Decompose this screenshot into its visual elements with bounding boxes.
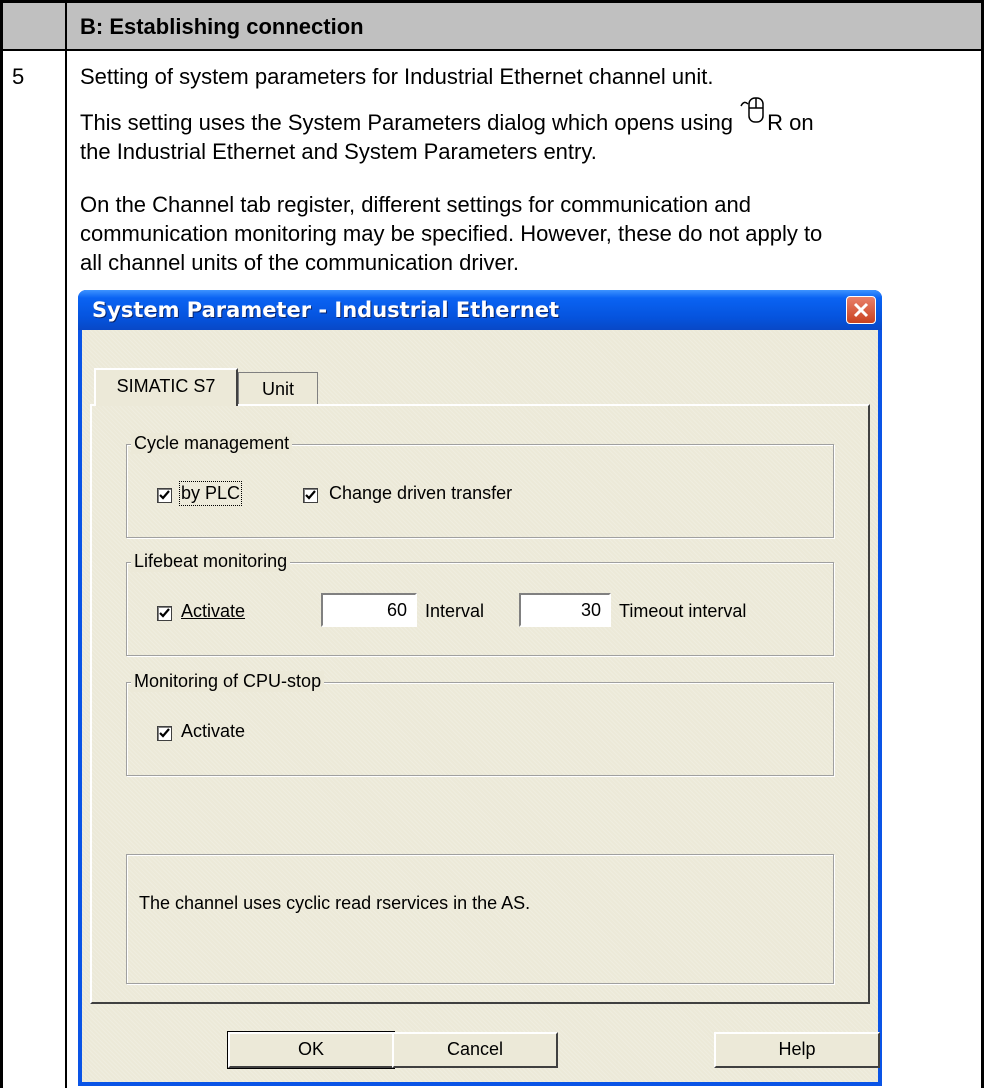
cpu-stop-activate-label[interactable]: Activate: [181, 721, 245, 742]
timeout-interval-input[interactable]: 30: [519, 593, 611, 627]
timeout-interval-label: Timeout interval: [619, 601, 747, 621]
group-cpu-stop: Monitoring of CPU-stop Activate: [126, 671, 834, 776]
dialog-client-area: SIMATIC S7 Unit Cycle management by PLC …: [82, 330, 880, 1082]
group-cpu-stop-label: Monitoring of CPU-stop: [131, 671, 325, 692]
table-column-divider: [65, 0, 67, 1088]
paragraph-channel-line2: communication monitoring may be specifie…: [80, 221, 823, 246]
checkmark-icon: [159, 490, 170, 500]
paragraph-dialog-open-suffix: R on: [767, 110, 814, 135]
system-parameter-dialog: System Parameter - Industrial Ethernet S…: [78, 290, 882, 1086]
close-icon: [853, 302, 869, 318]
paragraph-intro: Setting of system parameters for Industr…: [80, 64, 714, 89]
help-button[interactable]: Help: [714, 1032, 880, 1068]
dialog-title: System Parameter - Industrial Ethernet: [92, 298, 560, 322]
cpu-stop-activate-checkbox[interactable]: [157, 726, 172, 741]
checkmark-icon: [305, 490, 316, 500]
dialog-titlebar[interactable]: System Parameter - Industrial Ethernet: [78, 290, 882, 330]
mouse-click-icon: [739, 96, 767, 133]
table-left-border: [0, 0, 3, 1088]
by-plc-label[interactable]: by PLC: [178, 481, 243, 506]
section-heading: B: Establishing connection: [80, 14, 364, 39]
change-driven-checkbox[interactable]: [303, 488, 318, 503]
group-lifebeat-monitoring: Lifebeat monitoring Activate 60 Interval…: [126, 551, 834, 656]
info-box: The channel uses cyclic read rservices i…: [126, 854, 834, 984]
change-driven-label[interactable]: Change driven transfer: [329, 483, 512, 504]
info-text: The channel uses cyclic read rservices i…: [139, 893, 531, 913]
checkmark-icon: [159, 728, 170, 738]
interval-label: Interval: [425, 601, 485, 621]
group-cycle-management: Cycle management by PLC Change driven tr…: [126, 433, 834, 538]
paragraph-dialog-open-text: This setting uses the System Parameters …: [80, 110, 740, 135]
tab-simatic-s7[interactable]: SIMATIC S7: [94, 368, 238, 406]
tab-unit[interactable]: Unit: [238, 372, 318, 406]
table-header-divider: [0, 49, 984, 51]
table-top-border: [0, 0, 984, 3]
ok-button[interactable]: OK: [227, 1031, 395, 1069]
group-cycle-management-label: Cycle management: [131, 433, 293, 454]
cancel-button[interactable]: Cancel: [392, 1032, 558, 1068]
paragraph-channel-line1: On the Channel tab register, different s…: [80, 192, 751, 217]
step-number: 5: [12, 64, 25, 89]
close-button[interactable]: [846, 296, 876, 324]
paragraph-dialog-open-line2: the Industrial Ethernet and System Param…: [80, 139, 597, 164]
paragraph-channel-line3: all channel units of the communication d…: [80, 250, 520, 275]
lifebeat-activate-label[interactable]: Activate: [181, 601, 245, 622]
checkmark-icon: [159, 608, 170, 618]
lifebeat-activate-checkbox[interactable]: [157, 606, 172, 621]
interval-input[interactable]: 60: [321, 593, 417, 627]
by-plc-checkbox[interactable]: [157, 488, 172, 503]
paragraph-dialog-open: This setting uses the System Parameters …: [80, 97, 814, 137]
group-lifebeat-label: Lifebeat monitoring: [131, 551, 291, 572]
